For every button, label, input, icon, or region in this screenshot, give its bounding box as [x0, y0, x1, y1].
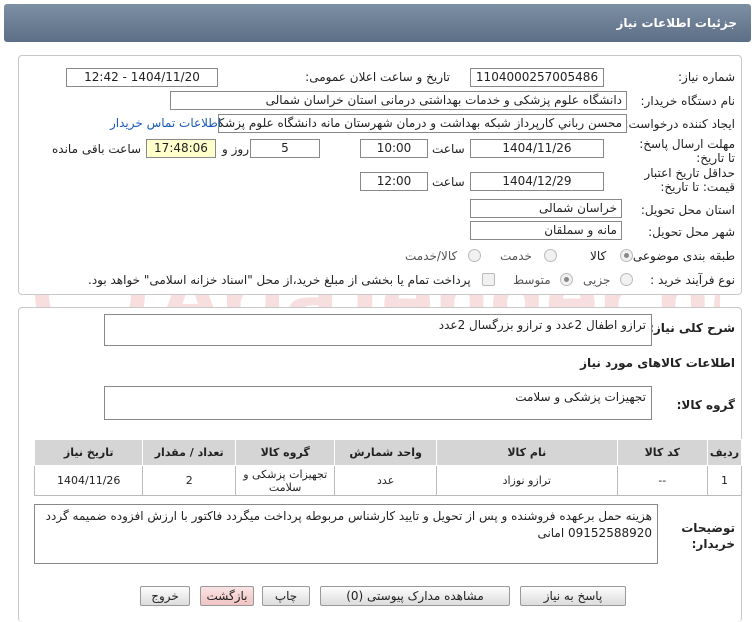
- col-header-qty: تعداد / مقدار: [142, 439, 236, 466]
- requester-label: ایجاد کننده درخواست:: [624, 117, 735, 131]
- buyer-contact-link[interactable]: اطلاعات تماس خریدار: [110, 116, 221, 130]
- reply-time-label: ساعت: [432, 142, 465, 156]
- process-option-minor: جزیی: [583, 273, 611, 287]
- category-option-service: خدمت: [500, 249, 532, 263]
- cell-unit: عدد: [334, 465, 437, 496]
- province-field: خراسان شمالی: [470, 199, 622, 218]
- description-label: شرح کلی نیاز:: [649, 321, 735, 335]
- goods-section-title: اطلاعات کالاهای مورد نیاز: [580, 356, 735, 370]
- goods-group-field: تجهیزات پزشکی و سلامت: [104, 386, 652, 420]
- category-option-both: کالا/خدمت: [405, 249, 458, 263]
- validity-time-label: ساعت: [432, 175, 465, 189]
- price-validity-label: حداقل تاریخ اعتبار قیمت: تا تاریخ:: [644, 166, 735, 194]
- col-header-group: گروه کالا: [234, 439, 336, 466]
- page-title: جزئیات اطلاعات نیاز: [616, 16, 737, 30]
- col-header-code: کد کالا: [616, 439, 708, 466]
- table-row[interactable]: 1 -- ترازو نوزاد عدد تجهیزات پزشکی و سلا…: [33, 465, 743, 496]
- validity-time-field: 12:00: [360, 172, 428, 191]
- validity-date-field: 1404/12/29: [470, 172, 604, 191]
- process-option-medium: متوسط: [513, 273, 551, 287]
- treasury-checkbox[interactable]: [482, 273, 495, 286]
- requester-field: محسن رباني كارپرداز شبكه بهداشت و درمان …: [218, 114, 627, 133]
- cell-date: 1404/11/26: [33, 465, 144, 496]
- buyer-org-field: دانشگاه علوم پزشکی و خدمات بهداشتی درمان…: [170, 91, 627, 110]
- category-radio-both[interactable]: [468, 249, 481, 262]
- announce-field: 1404/11/20 - 12:42: [66, 68, 218, 87]
- process-label: نوع فرآیند خرید :: [650, 273, 735, 287]
- table-header-row: ردیف کد کالا نام کالا واحد شمارش گروه کا…: [33, 439, 743, 466]
- reply-date-field: 1404/11/26: [470, 139, 604, 158]
- category-radio-service[interactable]: [544, 249, 557, 262]
- remaining-time-field: 17:48:06: [146, 139, 216, 158]
- description-field: ترازو اطفال 2عدد و ترازو بزرگسال 2عدد: [104, 314, 652, 346]
- city-field: مانه و سملقان: [470, 221, 622, 240]
- print-button[interactable]: چاپ: [262, 586, 310, 606]
- remaining-label: ساعت باقی مانده: [52, 142, 142, 156]
- cell-row-no: 1: [706, 465, 743, 496]
- view-attachments-button[interactable]: مشاهده مدارک پیوستی (0): [320, 586, 510, 606]
- page-header: جزئیات اطلاعات نیاز: [4, 4, 751, 42]
- announce-label: تاریخ و ساعت اعلان عمومی:: [305, 70, 450, 84]
- cell-qty: 2: [142, 465, 236, 496]
- cell-name: ترازو نوزاد: [435, 465, 618, 496]
- city-label: شهر محل تحویل:: [648, 225, 735, 239]
- days-field: 5: [250, 139, 320, 158]
- col-header-row-no: ردیف: [706, 439, 743, 466]
- process-radio-minor[interactable]: [620, 273, 633, 286]
- need-number-label: شماره نیاز:: [678, 70, 735, 84]
- buyer-org-label: نام دستگاه خریدار:: [640, 94, 736, 108]
- cell-group: تجهیزات پزشکی و سلامت: [234, 465, 336, 496]
- treasury-note: پرداخت تمام یا بخشی از مبلغ خرید،از محل …: [88, 273, 471, 287]
- col-header-unit: واحد شمارش: [334, 439, 437, 466]
- buyer-notes-field: هزینه حمل برعهده فروشنده و پس از تحویل و…: [34, 504, 658, 564]
- category-option-goods: کالا: [590, 249, 607, 263]
- reply-button[interactable]: پاسخ به نیاز: [520, 586, 626, 606]
- col-header-date: تاریخ نیاز: [33, 439, 144, 466]
- category-label: طبقه بندی موضوعی:: [628, 249, 735, 263]
- days-label: روز و: [222, 142, 249, 156]
- back-button[interactable]: بازگشت: [200, 586, 254, 606]
- goods-table: ردیف کد کالا نام کالا واحد شمارش گروه کا…: [33, 439, 743, 496]
- col-header-name: نام کالا: [435, 439, 618, 466]
- process-radio-medium[interactable]: [560, 273, 573, 286]
- province-label: استان محل تحویل:: [640, 203, 735, 217]
- reply-time-field: 10:00: [360, 139, 428, 158]
- buyer-notes-label: توضیحات خریدار:: [681, 521, 735, 551]
- exit-button[interactable]: خروج: [140, 586, 190, 606]
- goods-group-label: گروه کالا:: [676, 398, 735, 412]
- reply-deadline-label: مهلت ارسال پاسخ: تا تاریخ:: [639, 137, 735, 165]
- cell-code: --: [616, 465, 708, 496]
- need-number-field: 1104000257005486: [470, 68, 604, 87]
- category-radio-goods[interactable]: [620, 249, 633, 262]
